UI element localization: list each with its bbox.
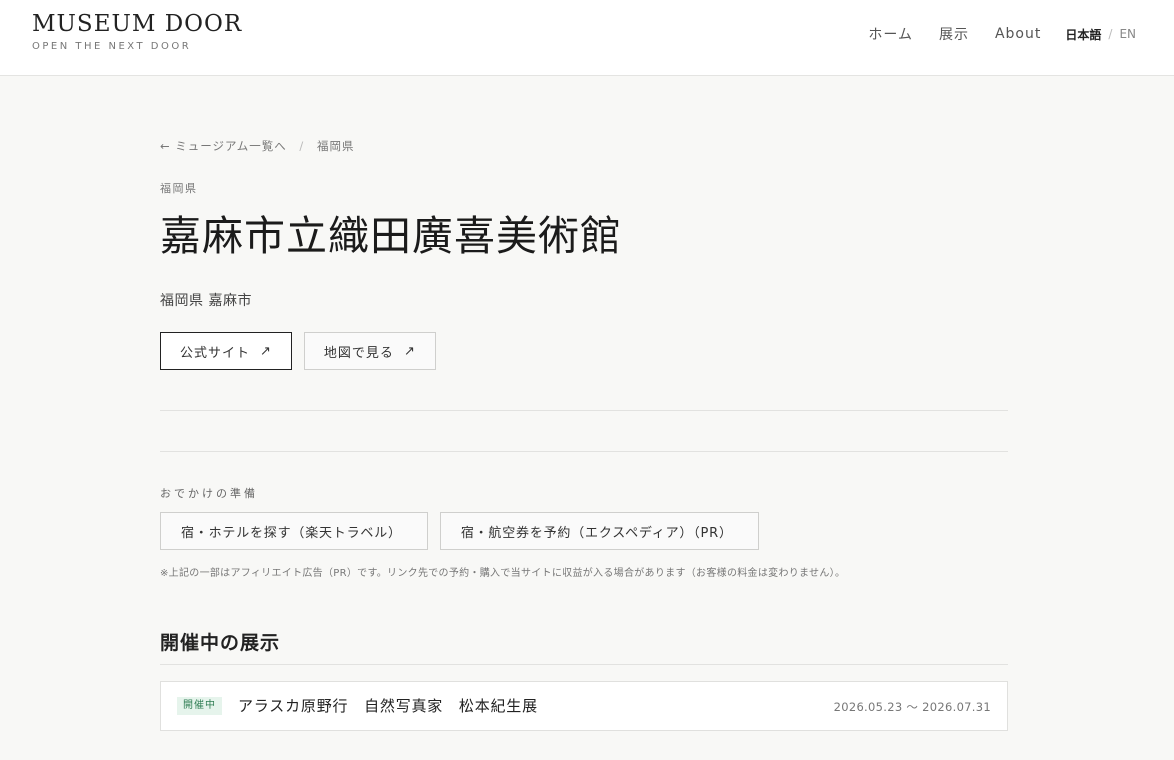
lang-japanese[interactable]: 日本語 bbox=[1065, 26, 1101, 43]
museum-actions: 公式サイト ↗ 地図で見る ↗ bbox=[160, 332, 436, 370]
nav-exhibitions-link[interactable]: 展示 bbox=[939, 24, 969, 44]
breadcrumb-separator: / bbox=[299, 139, 305, 153]
logo-tagline: OPEN THE NEXT DOOR bbox=[32, 41, 192, 52]
trip-section-label: おでかけの準備 bbox=[160, 487, 258, 500]
logo-title: MUSEUM DOOR bbox=[32, 11, 243, 37]
breadcrumb: ← ミュージアム一覧へ / 福岡県 bbox=[160, 138, 354, 154]
lang-english[interactable]: EN bbox=[1119, 27, 1136, 41]
map-label: 地図で見る bbox=[323, 345, 394, 361]
official-site-label: 公式サイト bbox=[180, 345, 251, 361]
divider bbox=[160, 451, 1008, 452]
flight-booking-button[interactable]: 宿・航空券を予約（エクスペディア）（PR） bbox=[439, 512, 759, 550]
lang-separator: / bbox=[1108, 27, 1113, 41]
external-link-icon: ↗ bbox=[260, 343, 272, 359]
exhibition-row[interactable]: 開催中 アラスカ原野行 自然写真家 松本紀生展 2026.05.23 〜 202… bbox=[160, 681, 1008, 731]
breadcrumb-back-link[interactable]: ← ミュージアム一覧へ bbox=[160, 139, 287, 153]
official-site-button[interactable]: 公式サイト ↗ bbox=[160, 332, 292, 370]
page-title: 嘉麻市立織田廣喜美術館 bbox=[160, 212, 622, 260]
external-link-icon: ↗ bbox=[403, 343, 416, 359]
divider bbox=[160, 664, 1008, 665]
site-header: MUSEUM DOOR OPEN THE NEXT DOOR ホーム 展示 Ab… bbox=[0, 0, 1174, 76]
museum-location: 福岡県 嘉麻市 bbox=[160, 293, 252, 309]
hotel-search-button[interactable]: 宿・ホテルを探す（楽天トラベル） bbox=[160, 512, 428, 550]
nav-home-link[interactable]: ホーム bbox=[868, 24, 913, 44]
prefecture-label: 福岡県 bbox=[160, 182, 198, 195]
map-button[interactable]: 地図で見る ↗ bbox=[303, 332, 436, 370]
exhibition-dates: 2026.05.23 〜 2026.07.31 bbox=[833, 700, 991, 714]
language-switcher: 日本語 / EN bbox=[1065, 26, 1136, 43]
divider bbox=[160, 410, 1008, 411]
breadcrumb-current[interactable]: 福岡県 bbox=[317, 139, 355, 153]
nav-about-link[interactable]: About bbox=[995, 26, 1041, 42]
affiliate-disclaimer: ※上記の一部はアフィリエイト広告（PR）です。リンク先での予約・購入で当サイトに… bbox=[160, 568, 846, 579]
exhibition-title: アラスカ原野行 自然写真家 松本紀生展 bbox=[238, 697, 538, 715]
status-badge: 開催中 bbox=[177, 697, 222, 715]
affiliate-links: 宿・ホテルを探す（楽天トラベル） 宿・航空券を予約（エクスペディア）（PR） bbox=[160, 512, 759, 550]
main-nav: ホーム 展示 About 日本語 / EN bbox=[868, 24, 1136, 44]
site-logo[interactable]: MUSEUM DOOR OPEN THE NEXT DOOR bbox=[32, 10, 242, 52]
exhibitions-heading: 開催中の展示 bbox=[160, 632, 281, 654]
